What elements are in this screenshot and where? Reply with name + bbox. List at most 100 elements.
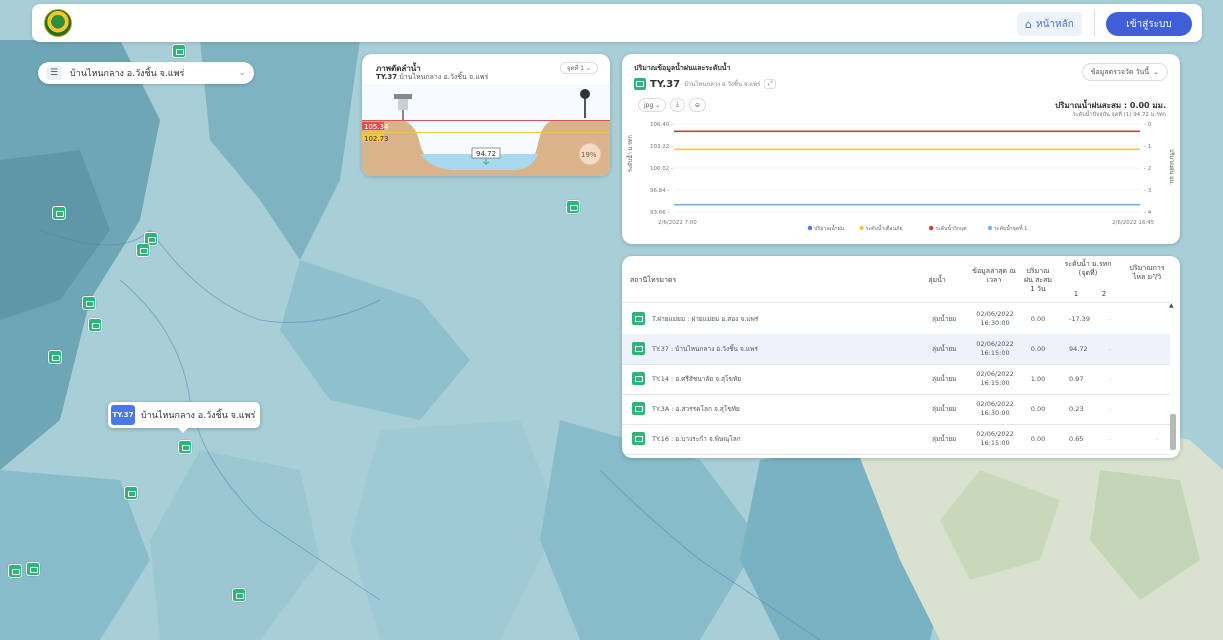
row-flow [1152,364,1162,394]
row-rain: 0.00 [1030,345,1046,353]
legend-swatch [987,225,993,231]
station-marker-selected[interactable] [178,440,192,454]
station-marker[interactable] [232,588,246,602]
station-marker[interactable] [82,296,96,310]
row-station-name: T.ฝายแม่ยม : ฝายแม่ยม อ.สอง จ.แพร่ [652,315,759,323]
cross-section-card: 105.34 102.73 94.72 19% ภาพตัดลำน้ำ TY.3… [362,54,610,176]
row-basin: ลุ่มน้ำยม [932,345,957,353]
row-date: 02/06/2022 [976,430,1014,438]
row-rain: 0.00 [1030,405,1046,413]
col-header-basin: ลุ่มน้ำ [928,276,946,284]
station-marker[interactable] [124,486,138,500]
row-flow [1152,334,1162,364]
col-header-level: ระดับน้ำ ม.รทก (จุดที่) [1064,260,1112,277]
water-level-label: 94.72 [476,150,496,158]
col-header-station: สถานีโทรมาตร [630,276,677,284]
row-level-2: - [1108,375,1112,383]
station-icon [632,372,645,385]
legend-label: ระดับน้ำจุดที่ 1 [994,224,1027,232]
station-icon [632,342,645,355]
station-marker[interactable] [26,562,40,576]
station-marker[interactable] [88,318,102,332]
table-scrollbar[interactable]: ▲ [1169,302,1176,452]
header-divider [622,302,1170,303]
home-label: หน้าหลัก [1035,18,1074,30]
chart-ticks: 106.40 - 103.22 - 100.02 - 96.84 - 93.66 - - … [650,122,1152,216]
row-basin: ลุ่มน้ำยม [932,405,957,413]
y2-tick-label: - 2 [1144,166,1151,172]
cross-section-location: บ้านไหนกลาง อ.วังชิ้น จ.แพร่ [399,73,489,81]
list-icon[interactable]: ☰ [46,66,62,80]
home-button[interactable]: ⌂ หน้าหลัก [1017,12,1082,36]
y2-tick-label: - 3 [1144,188,1152,194]
y-tick-label: 103.22 - [650,144,673,150]
chart-grid [674,123,1140,213]
row-station-name: TY.14 : อ.ศรีสัชนาลัย จ.สุโขทัย [652,375,742,383]
table-row[interactable]: TY.3A : อ.สวรรคโลก จ.สุโขทัย ลุ่มน้ำยม 02/… [622,394,1170,424]
row-level-1: 0.65 [1069,435,1084,443]
row-level-2: - [1108,315,1112,323]
scrollbar-thumb[interactable] [1170,414,1176,450]
row-time: 02/06/2022 16:30:00 [972,394,1018,424]
legend-label: ระดับน้ำวิกฤต [935,224,966,232]
chart-legend: ปริมาณน้ำฝน ระดับน้ำเตือนภัย ระดับน้ำวิกฤต… [807,224,1027,232]
header-divider [1094,10,1095,36]
y-axis-label: ระดับน้ำ ม.รทก [626,135,634,172]
y2-tick-label: - 0 [1144,122,1152,128]
row-basin: ลุ่มน้ำยม [932,315,957,323]
station-marker[interactable] [172,44,186,58]
legend-swatch [859,225,864,231]
y2-tick-label: - 4 [1144,210,1152,216]
row-basin: ลุ่มน้ำยม [932,435,957,443]
col-header-time: ข้อมูลล่าสุด ณ เวลา [972,267,1016,284]
legend-swatch [929,225,934,231]
point-select[interactable]: จุดที่ 1 ⌄ [559,62,598,74]
popup-station-code: TY.37 [111,405,135,425]
station-select-value: บ้านไหนกลาง อ.วังชิ้น จ.แพร่ [70,69,185,79]
y-tick-label: 100.02 - [650,166,673,172]
row-divider [622,454,1170,455]
row-flow: - [1155,435,1159,443]
station-popup[interactable]: TY.37 บ้านไหนกลาง อ.วังชิ้น จ.แพร่ [108,402,260,433]
y-tick-label: 93.66 - [650,210,669,216]
rainfall-level-chart-card: ปริมาณข้อมูลน้ำฝนและระดับน้ำ TY.37 บ้านไ… [622,54,1180,244]
row-clock: 16:30:00 [980,319,1010,327]
legend-swatch [807,225,813,231]
col-header-level-2: 2 [1101,290,1107,298]
agency-logo[interactable] [44,9,72,37]
row-date: 02/06/2022 [976,340,1014,348]
chevron-down-icon: ⌄ [238,68,246,78]
point-select-value: จุดที่ 1 [566,65,585,72]
station-marker[interactable] [566,200,580,214]
station-marker[interactable] [8,564,22,578]
row-time: 02/06/2022 16:30:00 [972,304,1018,334]
station-marker[interactable] [48,350,62,364]
row-level-2: - [1108,435,1112,443]
row-level-1: 0.23 [1069,405,1084,413]
row-station-name: TY.37 : บ้านไหนกลาง อ.วังชิ้น จ.แพร่ [652,345,758,353]
row-rain: 1.00 [1030,375,1046,383]
line-chart[interactable]: 106.40 - 103.22 - 100.02 - 96.84 - 93.66 - - … [622,54,1180,244]
table-row[interactable]: TY.16 : อ.บางระกำ จ.พิษณุโลก ลุ่มน้ำยม 02/… [622,424,1170,454]
station-select[interactable]: ☰ บ้านไหนกลาง อ.วังชิ้น จ.แพร่ ⌄ [38,62,254,84]
row-flow [1152,304,1162,334]
login-button[interactable]: เข้าสู่ระบบ [1106,12,1192,36]
table-row[interactable]: TY.14 : อ.ศรีสัชนาลัย จ.สุโขทัย ลุ่มน้ำยม… [622,364,1170,394]
row-level-2: - [1108,405,1112,413]
y2-tick-label: - 1 [1144,144,1151,150]
station-marker[interactable] [136,243,150,257]
scroll-up-icon[interactable]: ▲ [1169,302,1174,309]
row-station-name: TY.3A : อ.สวรรคโลก จ.สุโขทัย [652,405,740,413]
top-bar: ⌂ หน้าหลัก เข้าสู่ระบบ [32,4,1202,42]
row-date: 02/06/2022 [976,370,1014,378]
station-icon [632,432,645,445]
x-tick-end: 2/6/2022 16:45 [1112,220,1155,226]
home-icon: ⌂ [1025,17,1032,31]
station-marker[interactable] [52,206,66,220]
row-basin: ลุ่มน้ำยม [932,375,957,383]
x-tick-start: 2/6/2022 7:00 [658,220,697,226]
table-row[interactable]: TY.37 : บ้านไหนกลาง อ.วังชิ้น จ.แพร่ ลุ่ม… [622,334,1170,364]
table-row[interactable]: T.ฝายแม่ยม : ฝายแม่ยม อ.สอง จ.แพร่ ลุ่มน้… [622,304,1170,334]
percent-label: 19% [581,151,597,159]
row-station-name: TY.16 : อ.บางระกำ จ.พิษณุโลก [652,435,741,443]
